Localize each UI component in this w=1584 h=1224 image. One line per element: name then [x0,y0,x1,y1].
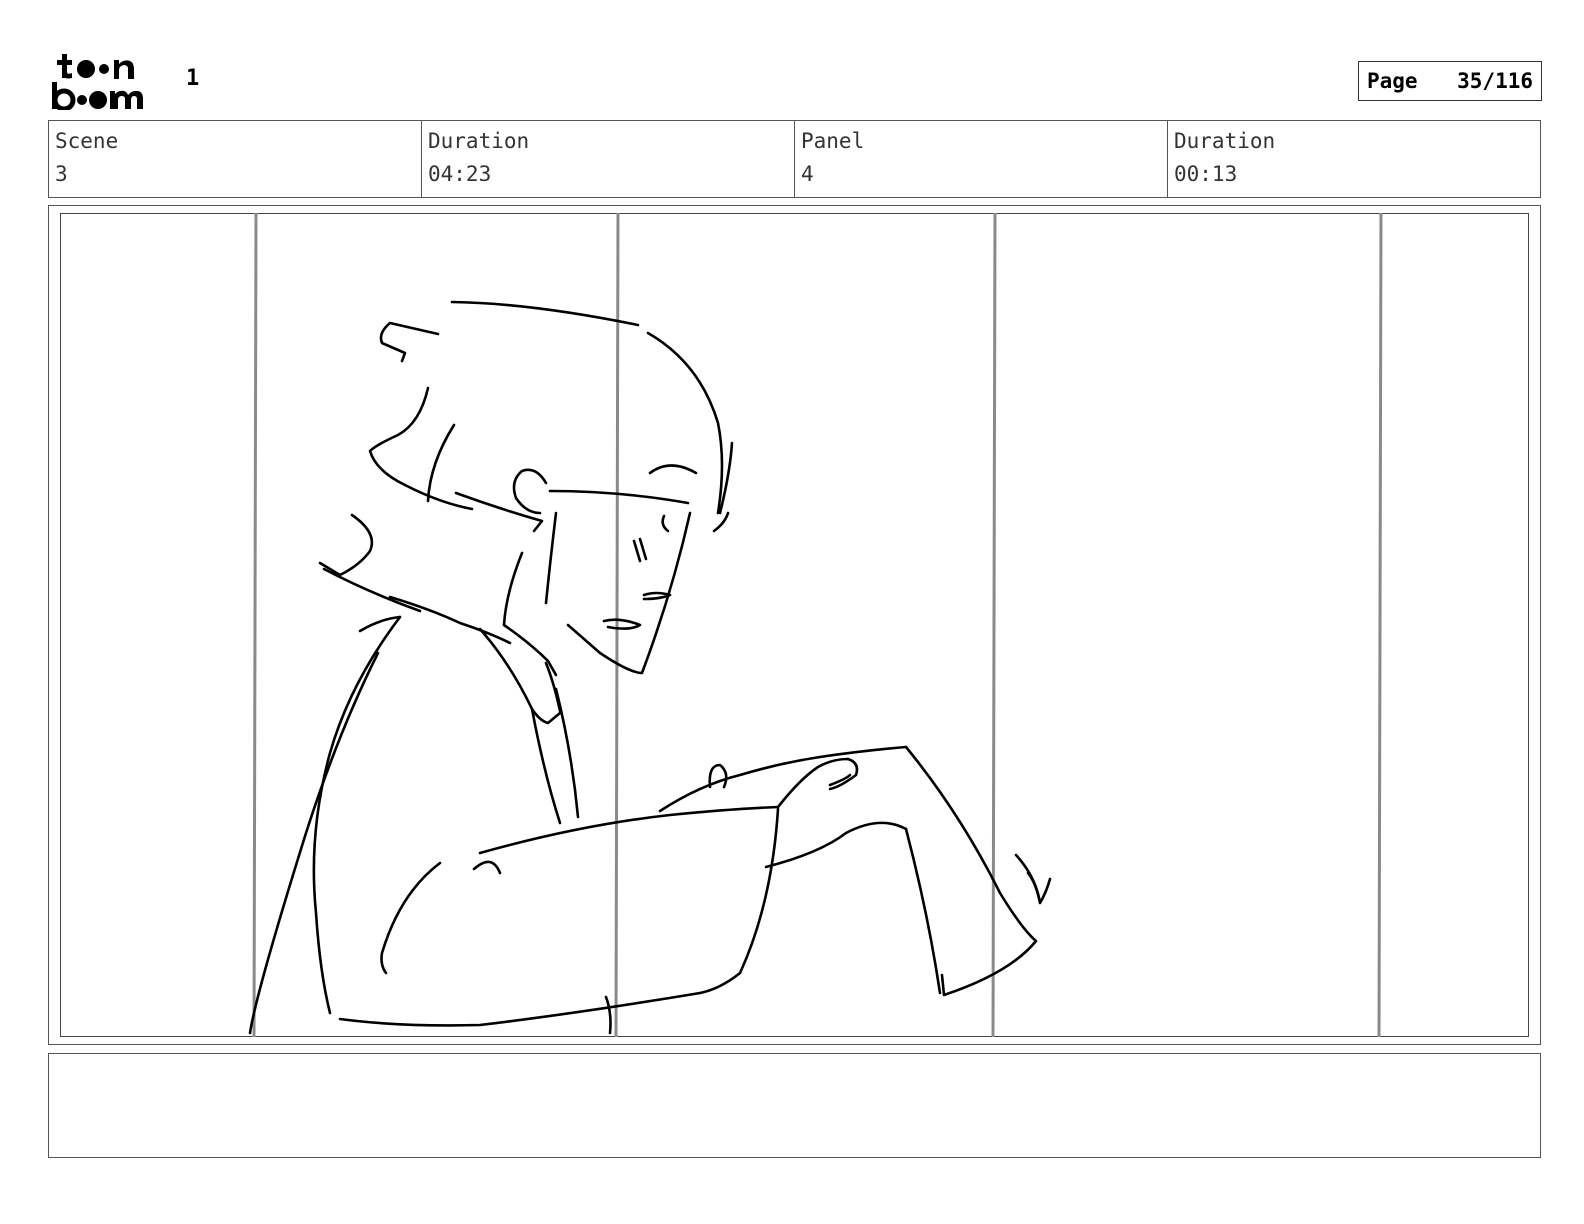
panel-label: Panel [801,129,865,153]
page-indicator: Page 35/116 [1358,61,1542,101]
character-sketch [248,300,1052,1035]
scene-cell: Scene 3 [49,121,422,197]
panel-cell: Panel 4 [795,121,1168,197]
scene-duration-label: Duration [428,129,530,153]
sheet-number: 1 [186,66,200,91]
panel-duration-cell: Duration 00:13 [1168,121,1540,197]
scene-duration-cell: Duration 04:23 [422,121,795,197]
page-label: Page [1367,69,1418,93]
scene-label: Scene [55,129,119,153]
panel-duration-label: Duration [1174,129,1276,153]
panel-notes-box [48,1053,1541,1158]
toon-boom-logo [52,54,143,110]
storyboard-sketch [248,213,1383,1037]
page-value: 35/116 [1457,69,1533,93]
panel-value: 4 [801,162,814,186]
layout-guide-lines [252,213,1383,1037]
panel-info-table: Scene 3 Duration 04:23 Panel 4 Duration … [48,120,1541,198]
panel-duration-value: 00:13 [1174,162,1238,186]
scene-duration-value: 04:23 [428,162,492,186]
scene-value: 3 [55,162,68,186]
